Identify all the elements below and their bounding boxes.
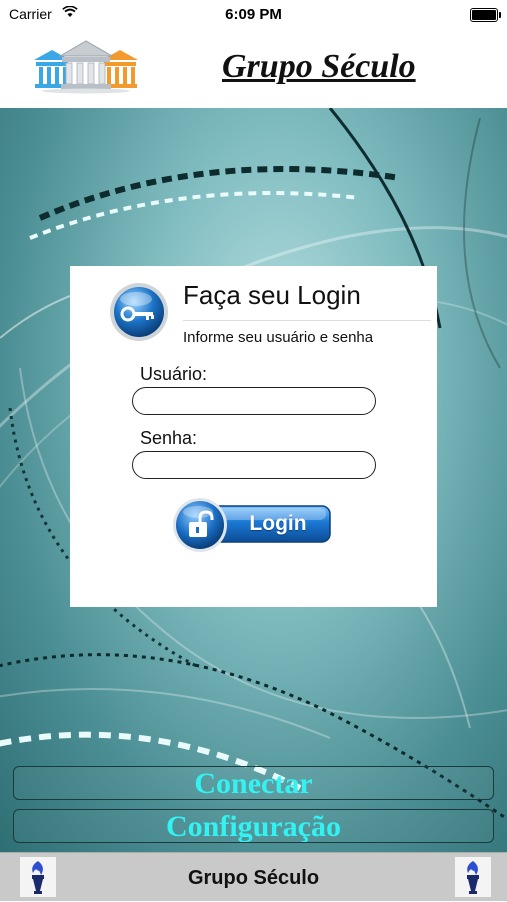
connect-button[interactable]: Conectar (13, 766, 494, 800)
app-header: Grupo Século (0, 28, 507, 108)
connect-button-label: Conectar (194, 767, 313, 800)
login-card: Faça seu Login Informe seu usuário e sen… (70, 266, 437, 607)
clock: 6:09 PM (225, 6, 282, 23)
username-input[interactable] (132, 387, 376, 415)
login-subheading: Informe seu usuário e senha (183, 329, 374, 346)
login-button[interactable]: Login (172, 496, 332, 554)
footer-title: Grupo Século (187, 867, 320, 889)
login-heading: Faça seu Login (183, 280, 361, 310)
status-bar: Carrier 6:09 PM (0, 0, 507, 28)
footer-bar: Grupo Século (0, 852, 507, 901)
password-input[interactable] (132, 451, 376, 479)
settings-button[interactable]: Configuração (13, 809, 494, 843)
building-columns-icon (30, 38, 142, 99)
battery-icon (470, 8, 501, 22)
username-label: Usuário: (140, 364, 208, 384)
divider (183, 320, 431, 321)
password-label: Senha: (140, 428, 198, 448)
app-title: Grupo Século (222, 48, 416, 85)
settings-button-label: Configuração (166, 810, 341, 843)
key-icon (108, 282, 170, 349)
login-button-label: Login (249, 512, 307, 535)
unlock-icon (186, 510, 214, 545)
torch-icon (455, 857, 491, 897)
